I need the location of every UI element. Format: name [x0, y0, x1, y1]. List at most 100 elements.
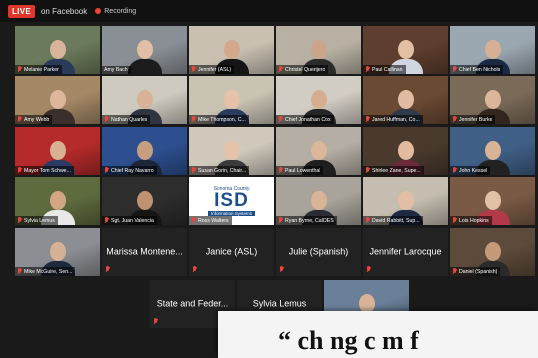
- name-tag: Melanie Parker: [15, 65, 62, 74]
- participant-tile[interactable]: Chief Ben Nichols: [450, 26, 535, 74]
- muted-mic-icon: [191, 167, 196, 174]
- head: [223, 141, 240, 160]
- participant-tile[interactable]: Mike McGuire, Sen...: [15, 228, 100, 276]
- participant-video: [127, 34, 162, 74]
- participant-name: Jennifer (ASL): [198, 66, 232, 73]
- participant-tile[interactable]: Shirlee Zane, Supe...: [363, 127, 448, 175]
- participant-tile[interactable]: Lois Hopkins: [450, 177, 535, 225]
- record-dot-icon: [95, 8, 102, 14]
- muted-mic-icon: [366, 266, 371, 273]
- name-tag: Chief Jonathan Cox: [276, 115, 334, 124]
- video-gallery: Melanie Parker Amy Bach Jennifer (ASL) Chri…: [0, 0, 538, 358]
- participant-name: Jennifer Burke: [459, 116, 493, 123]
- participant-name: Melanie Parker: [24, 66, 59, 73]
- name-tag: Nathan Quarles: [102, 115, 151, 124]
- name-tag: Mayor Tom Schwe...: [15, 166, 74, 175]
- live-badge[interactable]: LIVE: [8, 4, 35, 18]
- head: [484, 242, 501, 261]
- participant-tile[interactable]: Chief Jonathan Cox: [276, 76, 361, 124]
- head: [49, 141, 66, 160]
- participant-tile[interactable]: Paul Callinan: [363, 26, 448, 74]
- participant-tile[interactable]: Amy Bach: [102, 26, 187, 74]
- participant-tile[interactable]: Mike Thompson, C...: [189, 76, 274, 124]
- muted-mic-icon: [153, 318, 158, 325]
- participant-name: Julie (Spanish): [288, 246, 349, 257]
- head: [484, 90, 501, 109]
- muted-mic-icon: [452, 167, 457, 174]
- head: [310, 90, 327, 109]
- name-tag: Sylvia Lemus: [15, 216, 58, 225]
- participant-name: Amy Bach: [104, 67, 128, 73]
- participant-name: Sylvia Lemus: [252, 298, 307, 309]
- name-tag: Mike Thompson, C...: [189, 115, 249, 124]
- head: [136, 40, 153, 59]
- name-tag: Susan Gorin, Chair...: [189, 166, 250, 175]
- participant-tile[interactable]: David Rabbitt, Sup...: [363, 177, 448, 225]
- participant-name: Janice (ASL): [205, 246, 258, 257]
- muted-mic-icon: [192, 266, 197, 273]
- shoulders: [127, 59, 162, 74]
- head: [397, 191, 414, 210]
- participant-tile[interactable]: Paul Lowenthal: [276, 127, 361, 175]
- participant-name: Mike Thompson, C...: [198, 116, 246, 123]
- participant-name: Ryan Byrne, CalOES: [285, 217, 334, 224]
- participant-tile[interactable]: Susan Gorin, Chair...: [189, 127, 274, 175]
- participant-tile[interactable]: Jared Huffman, Co...: [363, 76, 448, 124]
- muted-mic-icon: [104, 116, 109, 123]
- recording-indicator[interactable]: Recording: [95, 8, 136, 15]
- participant-name: Ross Walters: [198, 217, 229, 224]
- name-tag: Jennifer Burke: [450, 115, 496, 124]
- participant-tile[interactable]: Julie (Spanish): [276, 228, 361, 276]
- participant-name: Sgt. Juan Valencia: [111, 217, 154, 224]
- participant-name: Chief Ben Nichols: [459, 66, 501, 73]
- muted-mic-icon: [17, 268, 22, 275]
- participant-name: Chief Jonathan Cox: [285, 116, 331, 123]
- head: [484, 141, 501, 160]
- participant-tile[interactable]: Janice (ASL): [189, 228, 274, 276]
- muted-mic-icon: [452, 66, 457, 73]
- participant-tile[interactable]: Marissa Montene...: [102, 228, 187, 276]
- muted-mic-icon: [191, 217, 196, 224]
- participant-tile[interactable]: Jennifer Larocque: [363, 228, 448, 276]
- muted-mic-icon: [17, 217, 22, 224]
- participant-name: Daniel (Spanish): [459, 268, 498, 275]
- name-tag: Ryan Byrne, CalOES: [276, 216, 337, 225]
- participant-tile[interactable]: Sylvia Lemus: [15, 177, 100, 225]
- participant-name: Mayor Tom Schwe...: [24, 167, 71, 174]
- participant-tile[interactable]: Mayor Tom Schwe...: [15, 127, 100, 175]
- participant-tile[interactable]: Daniel (Spanish): [450, 228, 535, 276]
- participant-tile[interactable]: Jennifer Burke: [450, 76, 535, 124]
- head: [136, 141, 153, 160]
- name-tag: John Kessel: [450, 166, 491, 175]
- participant-tile[interactable]: John Kessel: [450, 127, 535, 175]
- live-destination: on Facebook: [40, 6, 88, 16]
- participant-name: Christel Querijero: [285, 66, 326, 73]
- overlay-card: “ ch ng c m f: [218, 311, 538, 358]
- isd-letters: ISD: [214, 190, 249, 211]
- muted-mic-icon: [278, 66, 283, 73]
- head: [49, 40, 66, 59]
- participant-tile[interactable]: Ryan Byrne, CalOES: [276, 177, 361, 225]
- participant-tile[interactable]: Nathan Quarles: [102, 76, 187, 124]
- head: [310, 40, 327, 59]
- participant-tile[interactable]: Sgt. Juan Valencia: [102, 177, 187, 225]
- participant-tile[interactable]: Christel Querijero: [276, 26, 361, 74]
- participant-name: State and Feder...: [156, 298, 229, 309]
- name-tag: Jared Huffman, Co...: [363, 115, 423, 124]
- name-tag: Mike McGuire, Sen...: [15, 267, 76, 276]
- name-tag: Daniel (Spanish): [450, 267, 501, 276]
- participant-tile[interactable]: Sonoma County ISD Information Systems Ross …: [189, 177, 274, 225]
- participant-tile[interactable]: Jennifer (ASL): [189, 26, 274, 74]
- muted-mic-icon: [365, 116, 370, 123]
- participant-tile[interactable]: Chief Ray Navarro: [102, 127, 187, 175]
- participant-tile[interactable]: Melanie Parker: [15, 26, 100, 74]
- muted-mic-icon: [278, 217, 283, 224]
- muted-mic-icon: [365, 167, 370, 174]
- participant-tile[interactable]: Amy Webb: [15, 76, 100, 124]
- top-status-bar: LIVE on Facebook Recording: [0, 0, 538, 22]
- muted-mic-icon: [105, 266, 110, 273]
- name-tag: Chief Ben Nichols: [450, 65, 504, 74]
- participant-name: John Kessel: [459, 167, 488, 174]
- name-tag: Lois Hopkins: [450, 216, 492, 225]
- head: [310, 141, 327, 160]
